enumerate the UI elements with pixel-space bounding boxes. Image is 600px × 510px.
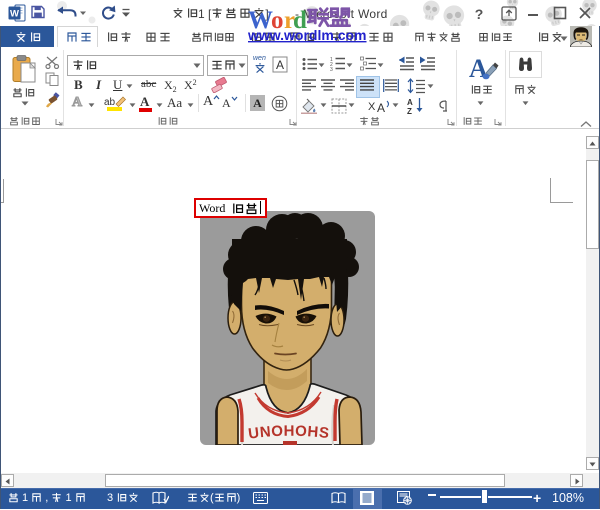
- svg-text:A: A: [276, 58, 284, 72]
- svg-text:A: A: [407, 98, 413, 107]
- svg-text:Z: Z: [407, 107, 412, 114]
- svg-text:W: W: [10, 9, 19, 20]
- svg-text:3: 3: [330, 67, 333, 71]
- svg-text:www.wordlm.com: www.wordlm.com: [247, 27, 367, 43]
- svg-text:A: A: [377, 101, 385, 114]
- svg-text:X: X: [368, 101, 376, 113]
- svg-text:ab: ab: [104, 97, 116, 108]
